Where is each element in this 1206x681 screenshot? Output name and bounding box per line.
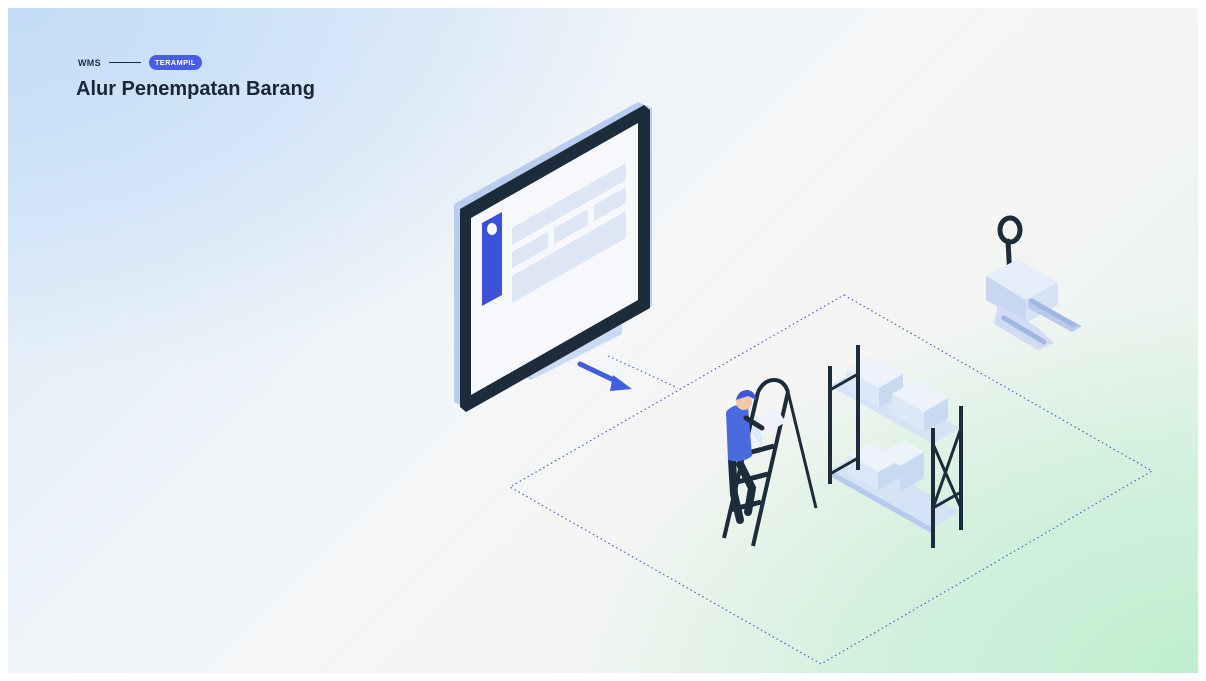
pallet-jack-icon	[986, 215, 1082, 350]
slide-canvas: WMS TERAMPIL Alur Penempatan Barang	[8, 8, 1198, 673]
warehouse-illustration	[454, 102, 1154, 665]
storage-shelf-icon	[828, 345, 963, 548]
worker-on-ladder-icon	[722, 377, 818, 547]
monitor-icon	[454, 102, 652, 412]
arrow-icon	[577, 361, 632, 391]
